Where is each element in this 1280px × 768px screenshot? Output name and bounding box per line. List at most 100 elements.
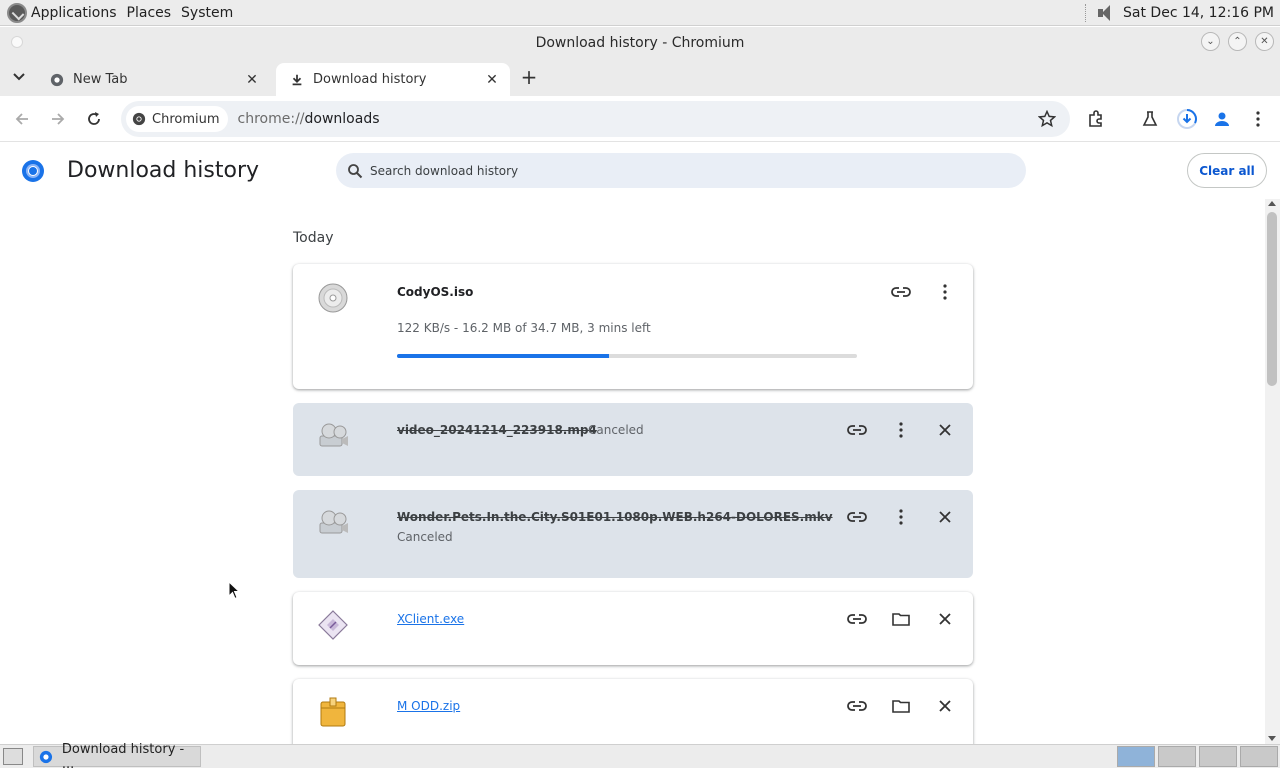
copy-link-button[interactable] — [845, 607, 869, 631]
url-text[interactable]: chrome://downloads — [238, 111, 380, 127]
download-item: CodyOS.iso 122 KB/s - 16.2 MB of 34.7 MB… — [293, 264, 973, 389]
tab-download-history[interactable]: Download history ✕ — [276, 63, 510, 96]
link-icon — [847, 425, 867, 435]
search-icon — [348, 163, 363, 178]
kebab-menu-icon — [1256, 111, 1260, 127]
show-in-folder-button[interactable] — [889, 607, 913, 631]
volume-icon[interactable] — [1097, 4, 1113, 22]
show-in-folder-button[interactable] — [889, 694, 913, 718]
download-progress-bar — [397, 354, 857, 358]
download-item: Wonder.Pets.In.the.City.S01E01.1080p.WEB… — [293, 490, 973, 578]
tab-search-button[interactable] — [9, 67, 29, 87]
site-chip-label: Chromium — [152, 111, 220, 127]
archive-icon — [320, 697, 346, 727]
kebab-menu-icon — [899, 422, 903, 438]
workspace-1[interactable] — [1117, 746, 1155, 767]
more-actions-button[interactable] — [933, 280, 957, 304]
link-icon — [847, 701, 867, 711]
search-field[interactable] — [336, 153, 1026, 188]
close-tab-icon[interactable]: ✕ — [244, 72, 260, 88]
copy-link-button[interactable] — [845, 505, 869, 529]
link-icon — [891, 287, 911, 297]
arrow-right-icon — [52, 113, 65, 125]
remove-item-button[interactable] — [933, 505, 957, 529]
clock[interactable]: Sat Dec 14, 12:16 PM — [1123, 5, 1274, 21]
close-icon — [939, 511, 951, 523]
folder-icon — [892, 700, 910, 713]
scroll-up-icon[interactable] — [1268, 201, 1276, 206]
url-host: downloads — [304, 111, 380, 127]
file-link[interactable]: XClient.exe — [397, 612, 464, 626]
distro-logo-icon[interactable] — [7, 2, 27, 23]
window-menu-icon[interactable] — [11, 36, 23, 48]
file-link[interactable]: M ODD.zip — [397, 699, 460, 713]
tab-new-tab[interactable]: New Tab ✕ — [36, 63, 270, 96]
close-window-button[interactable]: ✕ — [1255, 32, 1274, 51]
chevron-down-icon — [13, 73, 25, 81]
profile-button[interactable] — [1210, 107, 1234, 131]
film-reel-icon — [319, 510, 348, 534]
file-name: video_20241214_223918.mp4 — [397, 423, 597, 437]
back-button[interactable] — [10, 107, 34, 131]
chromium-logo-icon — [39, 750, 53, 763]
copy-link-button[interactable] — [845, 694, 869, 718]
bookmark-star-icon[interactable] — [1038, 110, 1056, 128]
taskbar-window-button[interactable]: Download history - ... — [33, 742, 201, 768]
link-icon — [847, 512, 867, 522]
workspace-4[interactable] — [1240, 746, 1278, 767]
browser-menu-button[interactable] — [1246, 107, 1270, 131]
menu-system[interactable]: System — [181, 5, 233, 21]
forward-button[interactable] — [46, 107, 70, 131]
link-icon — [847, 614, 867, 624]
maximize-button[interactable]: ⌃ — [1228, 32, 1247, 51]
more-actions-button[interactable] — [889, 418, 913, 442]
file-name: CodyOS.iso — [397, 285, 474, 299]
executable-icon — [318, 610, 348, 640]
chromium-favicon-icon — [50, 73, 64, 86]
download-progress-fill — [397, 354, 609, 358]
close-tab-icon[interactable]: ✕ — [484, 72, 500, 88]
labs-button[interactable] — [1138, 107, 1162, 131]
date-group-label: Today — [293, 230, 334, 246]
browser-toolbar: Chromium chrome://downloads — [0, 96, 1280, 142]
close-icon — [939, 700, 951, 712]
kebab-menu-icon — [899, 509, 903, 525]
workspace-2[interactable] — [1158, 746, 1196, 767]
download-item: video_20241214_223918.mp4 Canceled — [293, 403, 973, 476]
more-actions-button[interactable] — [889, 505, 913, 529]
new-tab-button[interactable]: + — [519, 67, 539, 88]
workspace-3[interactable] — [1199, 746, 1237, 767]
menu-places[interactable]: Places — [127, 5, 172, 21]
page-scrollbar[interactable] — [1265, 199, 1280, 744]
download-favicon-icon — [292, 74, 302, 85]
arrow-left-icon — [15, 113, 28, 125]
disc-icon — [318, 283, 348, 313]
remove-item-button[interactable] — [933, 607, 957, 631]
scroll-down-icon[interactable] — [1268, 736, 1276, 741]
copy-link-button[interactable] — [889, 280, 913, 304]
clear-all-button[interactable]: Clear all — [1187, 153, 1267, 188]
tab-label: New Tab — [73, 72, 128, 87]
system-top-panel: Applications Places System Sat Dec 14, 1… — [0, 0, 1280, 26]
site-info-chip[interactable]: Chromium — [126, 106, 228, 132]
film-reel-icon — [319, 423, 348, 447]
search-input[interactable] — [370, 163, 970, 178]
menu-applications[interactable]: Applications — [31, 5, 117, 21]
file-name: Wonder.Pets.In.the.City.S01E01.1080p.WEB… — [397, 510, 833, 524]
download-item: XClient.exe — [293, 592, 973, 665]
extensions-button[interactable] — [1084, 107, 1108, 131]
kebab-menu-icon — [943, 284, 947, 300]
remove-item-button[interactable] — [933, 694, 957, 718]
remove-item-button[interactable] — [933, 418, 957, 442]
close-icon — [939, 424, 951, 436]
minimize-button[interactable]: ⌄ — [1201, 32, 1220, 51]
reload-button[interactable] — [82, 107, 106, 131]
scroll-thumb[interactable] — [1267, 212, 1277, 386]
window-titlebar[interactable]: Download history - Chromium ⌄ ⌃ ✕ — [0, 27, 1280, 58]
page-title: Download history — [67, 158, 260, 183]
address-bar[interactable]: Chromium chrome://downloads — [121, 101, 1070, 137]
show-desktop-button[interactable] — [3, 748, 23, 765]
download-status: Canceled — [588, 423, 644, 437]
copy-link-button[interactable] — [845, 418, 869, 442]
downloads-button[interactable] — [1175, 107, 1199, 131]
